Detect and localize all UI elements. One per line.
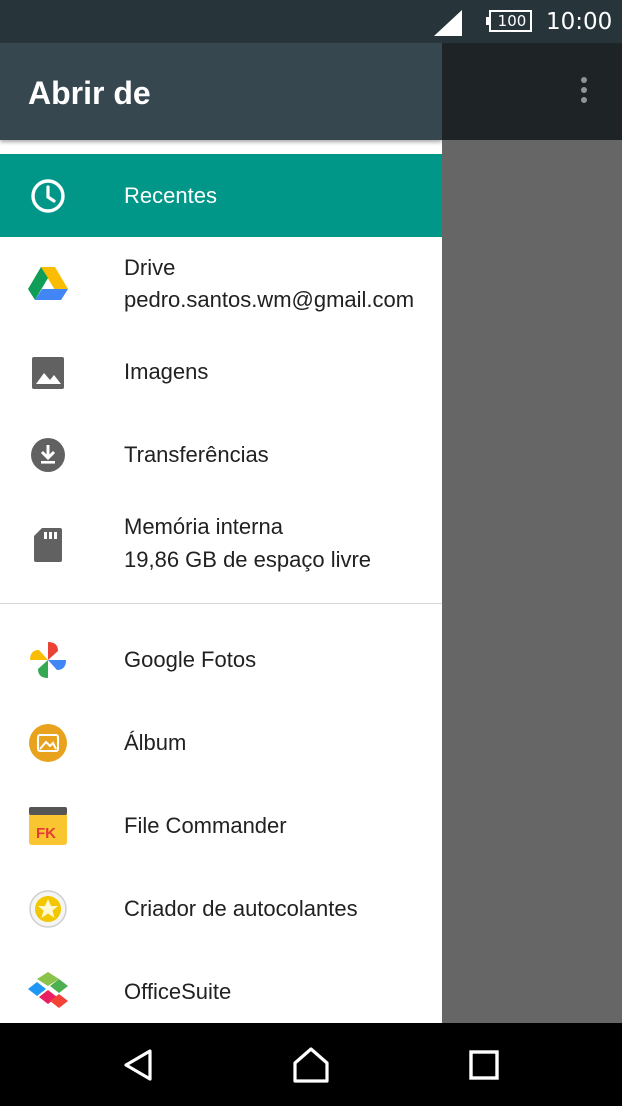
- drawer-item-label: Criador de autocolantes: [124, 896, 358, 921]
- back-button[interactable]: [118, 1043, 162, 1087]
- drawer-item-criador-autocolantes[interactable]: Criador de autocolantes: [0, 868, 442, 951]
- drawer-item-label: Álbum: [124, 730, 187, 755]
- clock: 10:00: [546, 9, 613, 35]
- drawer-item-label: OfficeSuite: [124, 979, 232, 1004]
- clock-icon: [31, 179, 65, 213]
- sticker-creator-icon: [29, 890, 67, 928]
- file-commander-icon: FK: [29, 807, 67, 845]
- drawer-item-label: File Commander: [124, 813, 287, 838]
- google-drive-icon: [28, 267, 68, 300]
- home-button[interactable]: [289, 1043, 333, 1087]
- drawer-item-recentes[interactable]: Recentes: [0, 154, 442, 237]
- status-bar: 100 10:00: [0, 0, 622, 43]
- drawer-title: Abrir de: [28, 75, 151, 111]
- svg-text:FK: FK: [36, 825, 56, 842]
- drawer-item-label: Imagens: [124, 359, 209, 384]
- drawer-item-label: Drive: [124, 255, 176, 280]
- drawer-item-account: pedro.santos.wm@gmail.com: [124, 287, 415, 312]
- battery-level: 100: [497, 12, 527, 30]
- drawer-header: Abrir de: [0, 43, 442, 140]
- drawer-item-album[interactable]: Álbum: [0, 702, 442, 785]
- image-icon: [32, 357, 64, 389]
- drawer-item-officesuite[interactable]: OfficeSuite: [0, 951, 442, 1023]
- officesuite-icon: [28, 972, 68, 1008]
- divider: [0, 603, 442, 604]
- drawer-scrim[interactable]: [442, 140, 622, 1023]
- drawer-item-label: Transferências: [124, 442, 269, 467]
- drawer-item-label: Google Fotos: [124, 647, 257, 672]
- navigation-drawer: Abrir de Recentes Drive pedro.santos.wm@…: [0, 43, 442, 1023]
- drawer-item-label: Memória interna: [124, 514, 283, 539]
- drawer-item-memoria-interna[interactable]: Memória interna 19,86 GB de espaço livre: [0, 498, 442, 598]
- drawer-item-file-commander[interactable]: FK File Commander: [0, 785, 442, 868]
- recent-apps-button[interactable]: [462, 1043, 506, 1087]
- download-icon: [31, 438, 65, 472]
- album-app-icon: [29, 724, 67, 762]
- sd-card-icon: [34, 528, 62, 562]
- drawer-item-label: Recentes: [124, 183, 217, 208]
- drawer-item-imagens[interactable]: Imagens: [0, 332, 442, 415]
- navigation-bar: [0, 1023, 622, 1106]
- google-photos-icon: [30, 642, 66, 678]
- drawer-item-drive[interactable]: Drive pedro.santos.wm@gmail.com: [0, 237, 442, 324]
- drawer-item-google-fotos[interactable]: Google Fotos: [0, 619, 442, 702]
- overflow-menu-icon[interactable]: [572, 74, 596, 110]
- drawer-item-free-space: 19,86 GB de espaço livre: [124, 547, 372, 572]
- signal-icon: [434, 10, 462, 36]
- drawer-item-transferencias[interactable]: Transferências: [0, 415, 442, 498]
